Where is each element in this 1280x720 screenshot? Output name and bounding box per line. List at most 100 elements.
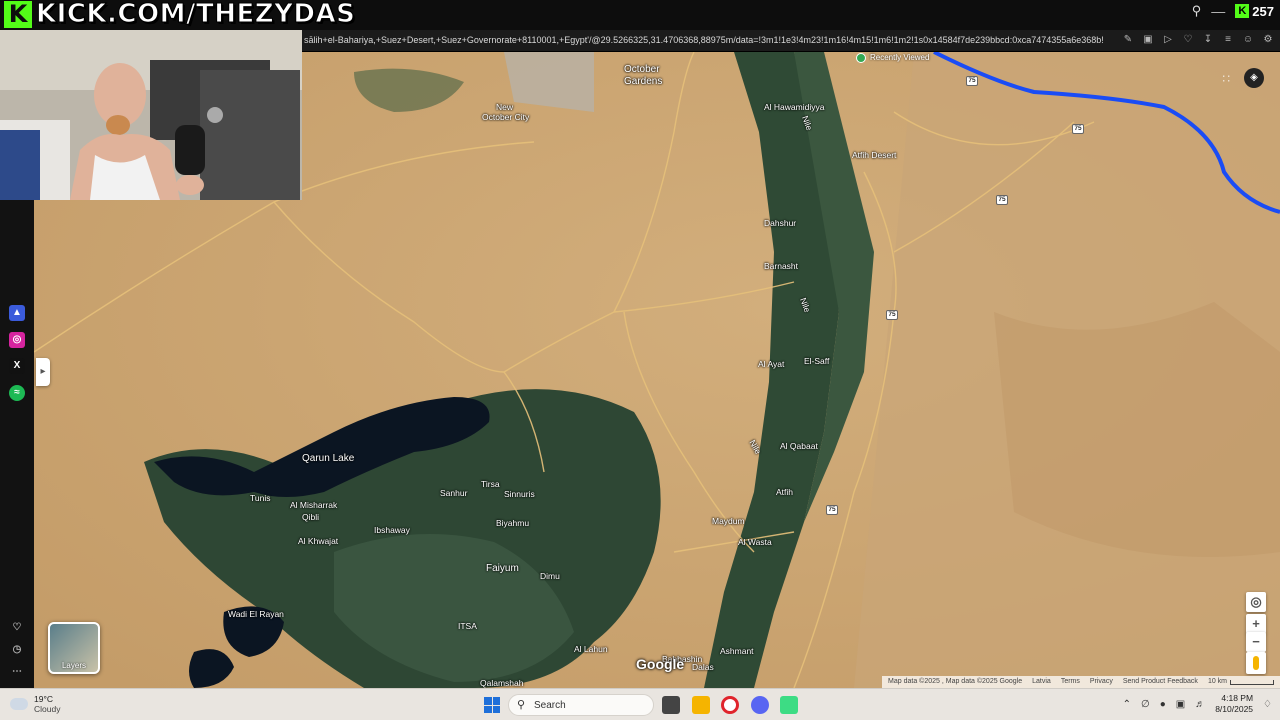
profile-icon[interactable]: ☺ xyxy=(1242,33,1254,47)
task-view-icon[interactable] xyxy=(662,696,680,714)
place-label[interactable]: Sanhur xyxy=(440,488,467,498)
place-label[interactable]: Dahshur xyxy=(764,218,796,228)
place-label[interactable]: October xyxy=(624,64,660,75)
place-label[interactable]: Tunis xyxy=(250,493,270,503)
road-shield: 75 xyxy=(966,76,978,86)
place-label[interactable]: Al Misharrak xyxy=(290,500,337,510)
my-location-button[interactable]: ◎ xyxy=(1246,592,1266,612)
place-label[interactable]: Al Qabaat xyxy=(780,441,818,451)
windows-start-icon[interactable] xyxy=(484,697,500,713)
extension-icon[interactable]: ⚙ xyxy=(1262,33,1274,47)
download-icon[interactable]: ↧ xyxy=(1202,33,1214,47)
place-label[interactable]: El-Saff xyxy=(804,356,829,366)
map-profile-icon[interactable]: ◈ xyxy=(1244,68,1264,88)
place-label[interactable]: Maydum xyxy=(712,516,745,526)
menu-icon[interactable]: ≡ xyxy=(1222,33,1234,47)
pegman-button[interactable] xyxy=(1246,652,1266,674)
place-label[interactable]: Qarun Lake xyxy=(302,453,354,464)
play-icon[interactable]: ▷ xyxy=(1162,33,1174,47)
weather-temp: 19°C xyxy=(34,694,53,704)
layers-label: Layers xyxy=(61,661,86,670)
place-label[interactable]: New xyxy=(496,102,513,112)
zoom-in-button[interactable]: + xyxy=(1246,614,1266,634)
x-icon[interactable]: X xyxy=(9,358,25,374)
place-label[interactable]: Atfih Desert xyxy=(852,150,896,160)
clock[interactable]: 4:18 PM 8/10/2025 xyxy=(1215,693,1253,715)
camera-icon[interactable]: ▣ xyxy=(1142,33,1154,47)
place-label[interactable]: Al Wasta xyxy=(738,537,772,547)
system-tray: ⌃ ∅ ● ▣ ♬ 4:18 PM 8/10/2025 ♢ xyxy=(1123,693,1272,715)
url-text[interactable]: sālih+el-Bahariya,+Suez+Desert,+Suez+Gov… xyxy=(304,35,1104,45)
place-label[interactable]: Barnasht xyxy=(764,261,798,271)
recently-viewed-icon[interactable] xyxy=(856,53,866,63)
place-label[interactable]: Al Lahun xyxy=(574,644,608,654)
attribution-country[interactable]: Latvia xyxy=(1032,676,1051,688)
opera-icon[interactable] xyxy=(721,696,739,714)
display-icon[interactable]: ▣ xyxy=(1176,699,1185,710)
heart-icon[interactable]: ♡ xyxy=(9,620,25,636)
spotify-icon[interactable]: ≈ xyxy=(9,385,25,401)
place-label[interactable]: Gardens xyxy=(624,76,662,87)
place-label[interactable]: Al Ayat xyxy=(758,359,784,369)
place-label[interactable]: Ibshaway xyxy=(374,525,410,535)
taskbar: 19°C Cloudy ⚲ Search ⌃ ∅ ● ▣ ♬ 4:18 PM 8… xyxy=(0,688,1280,720)
place-label[interactable]: Atfih xyxy=(776,487,793,497)
place-label[interactable]: ITSA xyxy=(458,621,477,631)
weather-widget[interactable]: 19°C Cloudy xyxy=(10,694,60,714)
place-label[interactable]: Faiyum xyxy=(486,563,519,574)
place-label[interactable]: Al Khwajat xyxy=(298,536,338,546)
feedback-link[interactable]: Send Product Feedback xyxy=(1123,676,1198,688)
collapse-panel-button[interactable]: ▸ xyxy=(36,358,50,386)
place-label[interactable]: Al Hawamidiyya xyxy=(764,102,824,112)
volume-icon[interactable]: ♬ xyxy=(1195,699,1205,710)
place-label[interactable]: Qibli xyxy=(302,512,319,522)
place-label[interactable]: Dimu xyxy=(540,571,560,581)
map-attribution: Map data ©2025 , Map data ©2025 Google L… xyxy=(882,676,1280,688)
heart-icon[interactable]: ♡ xyxy=(1182,33,1194,47)
network-icon[interactable]: ∅ xyxy=(1141,699,1150,710)
privacy-link[interactable]: Privacy xyxy=(1090,676,1113,688)
place-label[interactable]: Dalas xyxy=(692,662,714,672)
road-shield: 75 xyxy=(1072,124,1084,134)
minimize-icon[interactable]: — xyxy=(1211,3,1225,19)
search-icon: ⚲ xyxy=(517,699,526,711)
attribution-text: Map data ©2025 , Map data ©2025 Google xyxy=(888,678,1023,685)
top-bar: K KICK.COM/THEZYDAS ⚲ — K 257 xyxy=(0,0,1280,30)
instagram-icon[interactable]: ◎ xyxy=(9,332,25,348)
recently-viewed-label[interactable]: Recently Viewed xyxy=(870,53,929,62)
edit-icon[interactable]: ✎ xyxy=(1122,33,1134,47)
clock-time: 4:18 PM xyxy=(1221,693,1254,703)
place-label[interactable]: Sinnuris xyxy=(504,489,535,499)
chevron-up-icon[interactable]: ⌃ xyxy=(1123,699,1131,710)
file-explorer-icon[interactable] xyxy=(692,696,710,714)
topbar-right: ⚲ — K 257 xyxy=(1192,3,1274,19)
place-label[interactable]: Biyahmu xyxy=(496,518,529,528)
place-label[interactable]: October City xyxy=(482,112,529,122)
more-icon[interactable]: ⋯ xyxy=(9,664,25,680)
place-label[interactable]: Ashmant xyxy=(720,646,754,656)
scale-label: 10 km xyxy=(1207,678,1227,685)
webcam-image xyxy=(0,30,302,200)
mic-icon[interactable]: ● xyxy=(1160,699,1166,710)
discord-icon[interactable] xyxy=(751,696,769,714)
scale-bar[interactable]: 10 km xyxy=(1208,676,1274,688)
notification-bell-icon[interactable]: ♢ xyxy=(1263,699,1272,710)
place-label[interactable]: Wadi El Rayan xyxy=(228,609,284,619)
browser-toolbar: ✎ ▣ ▷ ♡ ↧ ≡ ☺ ⚙ xyxy=(1122,33,1274,47)
apps-grid-icon[interactable]: ∷ xyxy=(1222,72,1230,86)
layers-button[interactable]: Layers xyxy=(48,622,100,674)
place-label[interactable]: Tirsa xyxy=(481,479,500,489)
browser-sidebar: ▲ ◎ X ≈ ♡ ◷ ⋯ xyxy=(0,200,34,688)
clock-date: 8/10/2025 xyxy=(1215,704,1254,714)
road-shield: 75 xyxy=(886,310,898,320)
search-placeholder: Search xyxy=(534,700,566,711)
address-bar[interactable]: sālih+el-Bahariya,+Suez+Desert,+Suez+Gov… xyxy=(302,30,1280,52)
zoom-out-button[interactable]: − xyxy=(1246,632,1266,652)
place-label[interactable]: Qalamshah xyxy=(480,678,523,688)
taskbar-search[interactable]: ⚲ Search xyxy=(508,694,654,716)
clock-icon[interactable]: ◷ xyxy=(9,642,25,658)
terms-link[interactable]: Terms xyxy=(1061,676,1080,688)
kick-app-icon[interactable]: ▲ xyxy=(9,305,25,321)
android-app-icon[interactable] xyxy=(780,696,798,714)
search-icon[interactable]: ⚲ xyxy=(1192,3,1202,19)
